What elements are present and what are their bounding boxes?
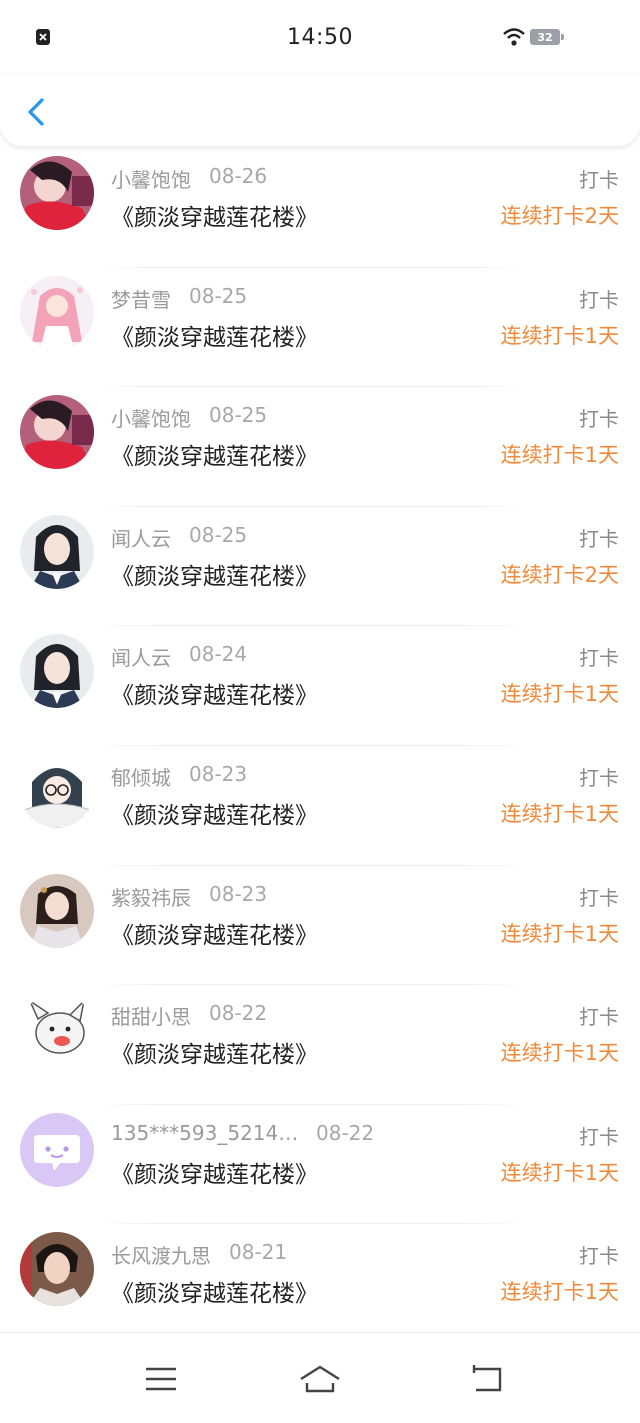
streak-label: 连续打卡1天 [500, 1160, 619, 1185]
book-title[interactable]: 《颜淡穿越莲花楼》 [111, 1274, 318, 1308]
menu-icon[interactable] [140, 1363, 182, 1395]
checkin-date: 08-25 [189, 522, 248, 547]
checkin-date: 08-21 [229, 1240, 288, 1265]
book-title[interactable]: 《颜淡穿越莲花楼》 [111, 198, 318, 232]
user-avatar[interactable] [20, 873, 94, 948]
action-label: 打卡 [579, 1124, 619, 1149]
user-avatar[interactable] [20, 275, 94, 350]
battery-level: 32 [537, 30, 553, 44]
list-item[interactable]: 小馨饱饱 08-26 《颜淡穿越莲花楼》 打卡连续打卡2天 [0, 148, 640, 268]
sim-error-icon [36, 29, 50, 45]
book-title[interactable]: 《颜淡穿越莲花楼》 [111, 1155, 318, 1189]
action-label: 打卡 [579, 168, 619, 192]
system-nav-bar [0, 1332, 640, 1423]
streak-label: 连续打卡1天 [500, 921, 619, 946]
username[interactable]: 小馨饱饱 [111, 403, 191, 432]
book-title[interactable]: 《颜淡穿越莲花楼》 [111, 796, 318, 830]
checkin-date: 08-22 [316, 1120, 375, 1145]
list-item[interactable]: 闻人云 08-24 《颜淡穿越莲花楼》 打卡连续打卡1天 [0, 626, 640, 746]
list-item[interactable]: 紫毅祎辰 08-23 《颜淡穿越莲花楼》 打卡连续打卡1天 [0, 866, 640, 986]
streak-label: 连续打卡1天 [500, 1280, 619, 1305]
action-label: 打卡 [579, 287, 619, 312]
top-nav-bar [0, 74, 640, 146]
book-title[interactable]: 《颜淡穿越莲花楼》 [111, 437, 318, 471]
checkin-date: 08-22 [209, 1001, 268, 1026]
user-avatar[interactable] [20, 395, 94, 470]
user-avatar[interactable] [20, 634, 94, 709]
wifi-icon [503, 28, 525, 46]
action-label: 打卡 [579, 407, 619, 432]
list-item[interactable]: 小馨饱饱 08-25 《颜淡穿越莲花楼》 打卡连续打卡1天 [0, 387, 640, 507]
action-label: 打卡 [579, 1244, 619, 1269]
username[interactable]: 135***593_5214… [111, 1121, 298, 1145]
book-title[interactable]: 《颜淡穿越莲花楼》 [111, 916, 318, 950]
checkin-date: 08-23 [189, 761, 248, 786]
status-time: 14:50 [287, 24, 353, 50]
list-item[interactable]: 郁倾城 08-23 《颜淡穿越莲花楼》 打卡连续打卡1天 [0, 746, 640, 866]
user-avatar[interactable] [20, 514, 94, 589]
home-icon[interactable] [299, 1363, 341, 1395]
checkin-date: 08-26 [209, 164, 268, 188]
list-item[interactable]: 梦昔雪 08-25 《颜淡穿越莲花楼》 打卡连续打卡1天 [0, 268, 640, 388]
list-item[interactable]: 闻人云 08-25 《颜淡穿越莲花楼》 打卡连续打卡2天 [0, 507, 640, 627]
streak-label: 连续打卡1天 [500, 443, 619, 468]
book-title[interactable]: 《颜淡穿越莲花楼》 [111, 1035, 318, 1069]
user-avatar[interactable] [20, 993, 94, 1068]
battery-icon: 32 [530, 29, 564, 45]
username[interactable]: 郁倾城 [111, 762, 171, 791]
user-avatar[interactable] [20, 753, 94, 828]
list-item[interactable]: 135***593_5214… 08-22 《颜淡穿越莲花楼》 打卡连续打卡1天 [0, 1105, 640, 1225]
back-arrow-icon[interactable] [18, 92, 58, 132]
streak-label: 连续打卡2天 [500, 562, 619, 587]
action-label: 打卡 [579, 765, 619, 790]
streak-label: 连续打卡1天 [500, 1041, 619, 1066]
streak-label: 连续打卡2天 [500, 204, 619, 228]
username[interactable]: 梦昔雪 [111, 284, 171, 313]
checkin-date: 08-23 [209, 881, 268, 906]
action-label: 打卡 [579, 885, 619, 910]
list-item[interactable]: 长风渡九思 08-21 《颜淡穿越莲花楼》 打卡连续打卡1天 [0, 1224, 640, 1344]
streak-label: 连续打卡1天 [500, 801, 619, 826]
action-label: 打卡 [579, 646, 619, 671]
checkin-date: 08-24 [189, 642, 248, 667]
checkin-date: 08-25 [209, 403, 268, 428]
book-title[interactable]: 《颜淡穿越莲花楼》 [111, 557, 318, 591]
checkin-date: 08-25 [189, 283, 248, 308]
username[interactable]: 紫毅祎辰 [111, 882, 191, 911]
username[interactable]: 甜甜小思 [111, 1001, 191, 1030]
user-avatar[interactable] [20, 1232, 94, 1307]
username[interactable]: 小馨饱饱 [111, 164, 191, 193]
action-label: 打卡 [579, 526, 619, 551]
book-title[interactable]: 《颜淡穿越莲花楼》 [111, 676, 318, 710]
book-title[interactable]: 《颜淡穿越莲花楼》 [111, 318, 318, 352]
user-avatar[interactable] [20, 156, 94, 230]
username[interactable]: 闻人云 [111, 523, 171, 552]
status-bar: 14:50 32 [0, 0, 640, 74]
username[interactable]: 长风渡九思 [111, 1240, 211, 1269]
streak-label: 连续打卡1天 [500, 323, 619, 348]
list-item[interactable]: 甜甜小思 08-22 《颜淡穿越莲花楼》 打卡连续打卡1天 [0, 985, 640, 1105]
user-avatar[interactable] [20, 1112, 94, 1187]
action-label: 打卡 [579, 1005, 619, 1030]
username[interactable]: 闻人云 [111, 642, 171, 671]
back-nav-icon[interactable] [466, 1363, 508, 1395]
checkin-list: 小馨饱饱 08-26 《颜淡穿越莲花楼》 打卡 连续打卡2天 梦昔雪 08-25 《颜淡穿越莲… [0, 148, 640, 1344]
streak-label: 连续打卡1天 [500, 682, 619, 707]
